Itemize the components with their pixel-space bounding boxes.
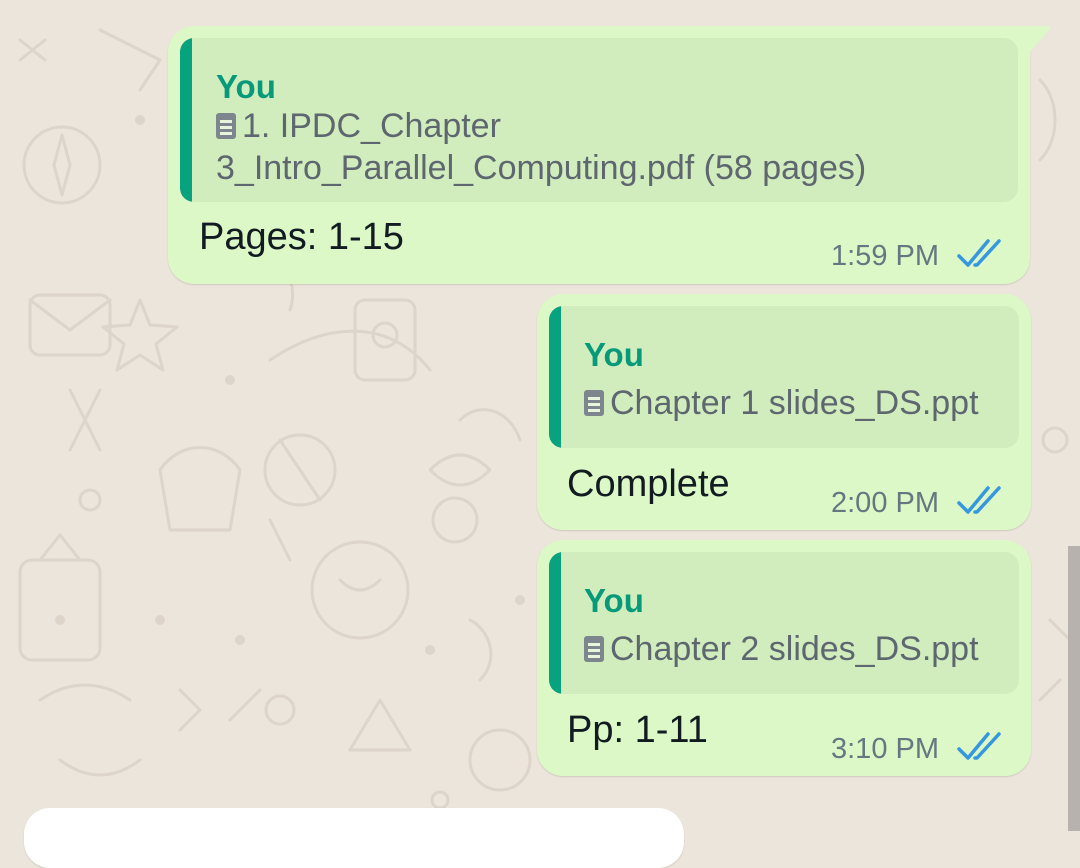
quote-sender: You <box>584 582 644 619</box>
quoted-document[interactable]: You 1. IPDC_Chapter 3_Intro_Parallel_Com… <box>180 38 1018 202</box>
bubble-tail <box>1028 26 1051 54</box>
document-icon <box>584 636 604 662</box>
message-text: Pages: 1-15 <box>199 216 404 258</box>
document-icon <box>216 113 236 139</box>
quote-doc-name: 1. IPDC_Chapter 3_Intro_Parallel_Computi… <box>216 107 867 187</box>
message-bubble[interactable]: You Chapter 2 slides_DS.ppt Pp: 1-11 3:1… <box>537 540 1031 776</box>
quote-sender: You <box>216 68 276 105</box>
message-bubble[interactable]: You 1. IPDC_Chapter 3_Intro_Parallel_Com… <box>168 26 1051 284</box>
quote-sender: You <box>584 336 644 373</box>
document-icon <box>584 390 604 416</box>
message-bubble[interactable]: You Chapter 1 slides_DS.ppt Complete 2:0… <box>537 294 1031 530</box>
quoted-document[interactable]: You Chapter 1 slides_DS.ppt <box>549 306 1019 448</box>
message-time: 1:59 PM <box>831 240 939 272</box>
quote-doc-name: Chapter 1 slides_DS.ppt <box>584 382 979 424</box>
quoted-document[interactable]: You Chapter 2 slides_DS.ppt <box>549 552 1019 694</box>
quote-doc-name: Chapter 2 slides_DS.ppt <box>584 628 979 670</box>
double-check-icon <box>957 239 1001 267</box>
scrollbar[interactable] <box>1068 546 1080 831</box>
quote-accent-bar <box>549 552 561 694</box>
double-check-icon <box>957 732 1001 760</box>
double-check-icon <box>957 486 1001 514</box>
quote-accent-bar <box>549 306 561 448</box>
message-time: 2:00 PM <box>831 487 939 519</box>
incoming-message-bubble[interactable] <box>24 808 684 868</box>
message-time: 3:10 PM <box>831 733 939 765</box>
message-text: Complete <box>567 463 730 505</box>
message-text: Pp: 1-11 <box>567 709 708 751</box>
quote-accent-bar <box>180 38 192 202</box>
